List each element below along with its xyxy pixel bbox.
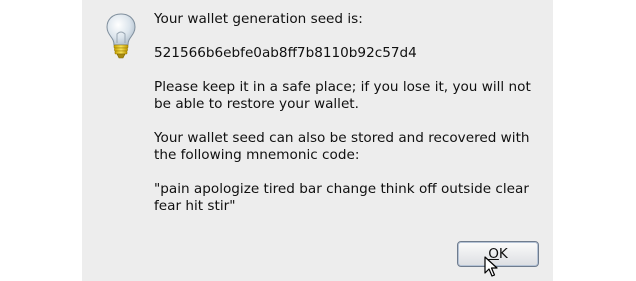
seed-intro-text: Your wallet generation seed is: bbox=[154, 11, 363, 27]
seed-value-text: 521566b6ebfe0ab8ff7b8110b92c57d4 bbox=[154, 45, 417, 61]
warning-text: Please keep it in a safe place; if you l… bbox=[154, 79, 531, 112]
mouse-pointer-icon bbox=[484, 256, 498, 277]
ok-button[interactable]: OK bbox=[457, 241, 539, 267]
ok-button-label-rest: K bbox=[498, 246, 508, 262]
message-body: Your wallet generation seed is: 521566b6… bbox=[154, 11, 549, 215]
mnemonic-intro-text: Your wallet seed can also be stored and … bbox=[154, 130, 530, 163]
lightbulb-icon bbox=[106, 13, 136, 59]
mnemonic-value-text: "pain apologize tired bar change think o… bbox=[154, 181, 529, 214]
seed-dialog: Your wallet generation seed is: 521566b6… bbox=[82, 0, 553, 281]
